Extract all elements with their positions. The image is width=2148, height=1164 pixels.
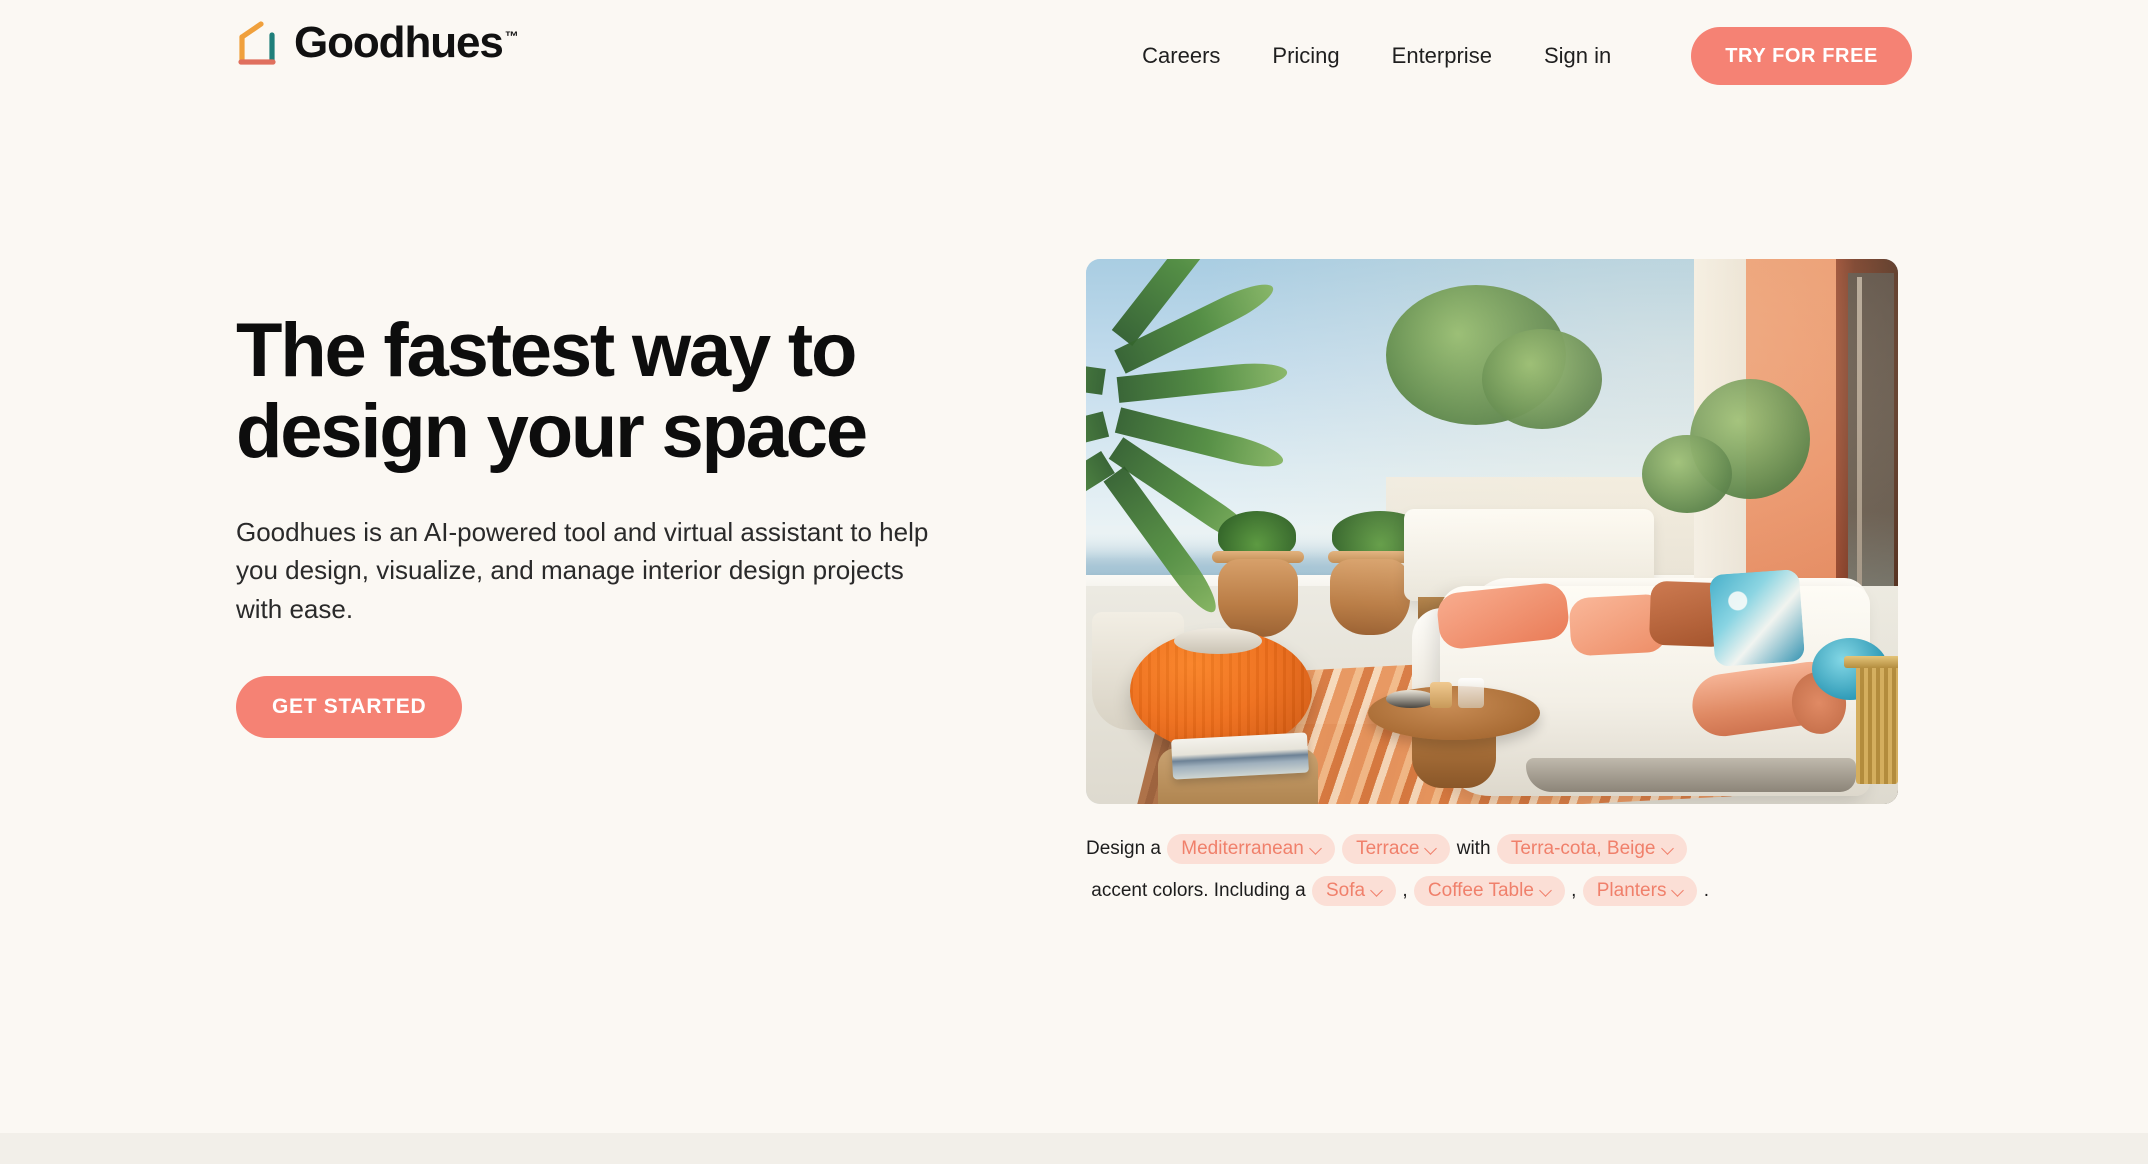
chevron-down-icon <box>1372 885 1383 896</box>
token-room-label: Terrace <box>1356 837 1420 859</box>
table-bowl <box>1386 690 1436 708</box>
prompt-text-1: Design a <box>1086 838 1167 859</box>
hero-image <box>1086 259 1898 804</box>
chevron-down-icon <box>1663 843 1674 854</box>
site-header: Goodhues ™ Careers Pricing Enterprise Sig… <box>0 0 2148 96</box>
hero-subtitle: Goodhues is an AI-powered tool and virtu… <box>236 516 929 624</box>
get-started-button[interactable]: GET STARTED <box>236 676 463 739</box>
gold-side-table-top <box>1844 656 1898 668</box>
prompt-text-7: . <box>1698 880 1710 901</box>
chevron-down-icon <box>1541 885 1552 896</box>
chevron-down-icon <box>1311 843 1322 854</box>
token-item-planters-label: Planters <box>1596 879 1667 901</box>
brand-name: Goodhues ™ <box>294 21 519 65</box>
terracotta-pot-2 <box>1330 559 1410 635</box>
brand-logo[interactable]: Goodhues ™ <box>236 20 519 66</box>
prompt-text-3: with <box>1451 838 1496 859</box>
nav-link-enterprise[interactable]: Enterprise <box>1392 35 1492 77</box>
house-outline-icon <box>238 21 276 65</box>
token-item-coffee-table-label: Coffee Table <box>1427 879 1534 901</box>
gold-side-table <box>1856 664 1898 784</box>
page-title: The fastest way to design your space <box>236 310 996 473</box>
page-title-line-1: The fastest way to <box>236 308 857 393</box>
hero-copy: The fastest way to design your space Goo… <box>236 310 996 739</box>
table-glass <box>1458 678 1484 708</box>
nav-link-pricing[interactable]: Pricing <box>1272 35 1339 77</box>
footer-band <box>0 1133 2148 1164</box>
page-title-line-2: design your space <box>236 389 868 475</box>
try-for-free-button[interactable]: TRY FOR FREE <box>1691 27 1912 85</box>
stacked-books <box>1171 732 1309 780</box>
nav-link-sign-in[interactable]: Sign in <box>1544 35 1611 77</box>
brand-name-text: Goodhues <box>294 18 504 67</box>
hero-visual: Design a Mediterranean Terrace with Terr… <box>1086 259 1898 912</box>
token-item-planters[interactable]: Planters <box>1582 875 1698 906</box>
chevron-down-icon <box>1426 843 1437 854</box>
prompt-text-5: , <box>1397 880 1413 901</box>
sofa-base-shadow <box>1526 758 1856 792</box>
token-room[interactable]: Terrace <box>1342 833 1451 864</box>
chevron-down-icon <box>1673 885 1684 896</box>
prompt-text-4: accent colors. Including a <box>1086 880 1311 901</box>
token-item-coffee-table[interactable]: Coffee Table <box>1413 875 1565 906</box>
prompt-builder: Design a Mediterranean Terrace with Terr… <box>1086 828 1898 912</box>
terracotta-pot-1 <box>1218 559 1298 637</box>
terrace-scene-illustration <box>1086 259 1898 804</box>
token-style[interactable]: Mediterranean <box>1167 833 1335 864</box>
olive-tree-2 <box>1482 329 1602 429</box>
landing-page: Goodhues ™ Careers Pricing Enterprise Sig… <box>0 0 2148 1164</box>
token-item-sofa[interactable]: Sofa <box>1311 875 1397 906</box>
shrub-right-2 <box>1642 435 1732 513</box>
token-item-sofa-label: Sofa <box>1325 879 1366 901</box>
prompt-text-6: , <box>1565 880 1582 901</box>
token-colors-label: Terra-cota, Beige <box>1510 837 1656 859</box>
token-colors[interactable]: Terra-cota, Beige <box>1496 833 1687 864</box>
trademark-symbol: ™ <box>504 28 519 45</box>
prompt-text-2 <box>1336 838 1341 859</box>
table-candle <box>1430 682 1452 708</box>
ottoman-tray <box>1174 628 1262 654</box>
main-navigation: Careers Pricing Enterprise Sign in TRY F… <box>1142 27 1912 85</box>
nav-link-careers[interactable]: Careers <box>1142 35 1220 77</box>
tropical-print-pillow <box>1708 568 1806 668</box>
token-style-label: Mediterranean <box>1181 837 1304 859</box>
